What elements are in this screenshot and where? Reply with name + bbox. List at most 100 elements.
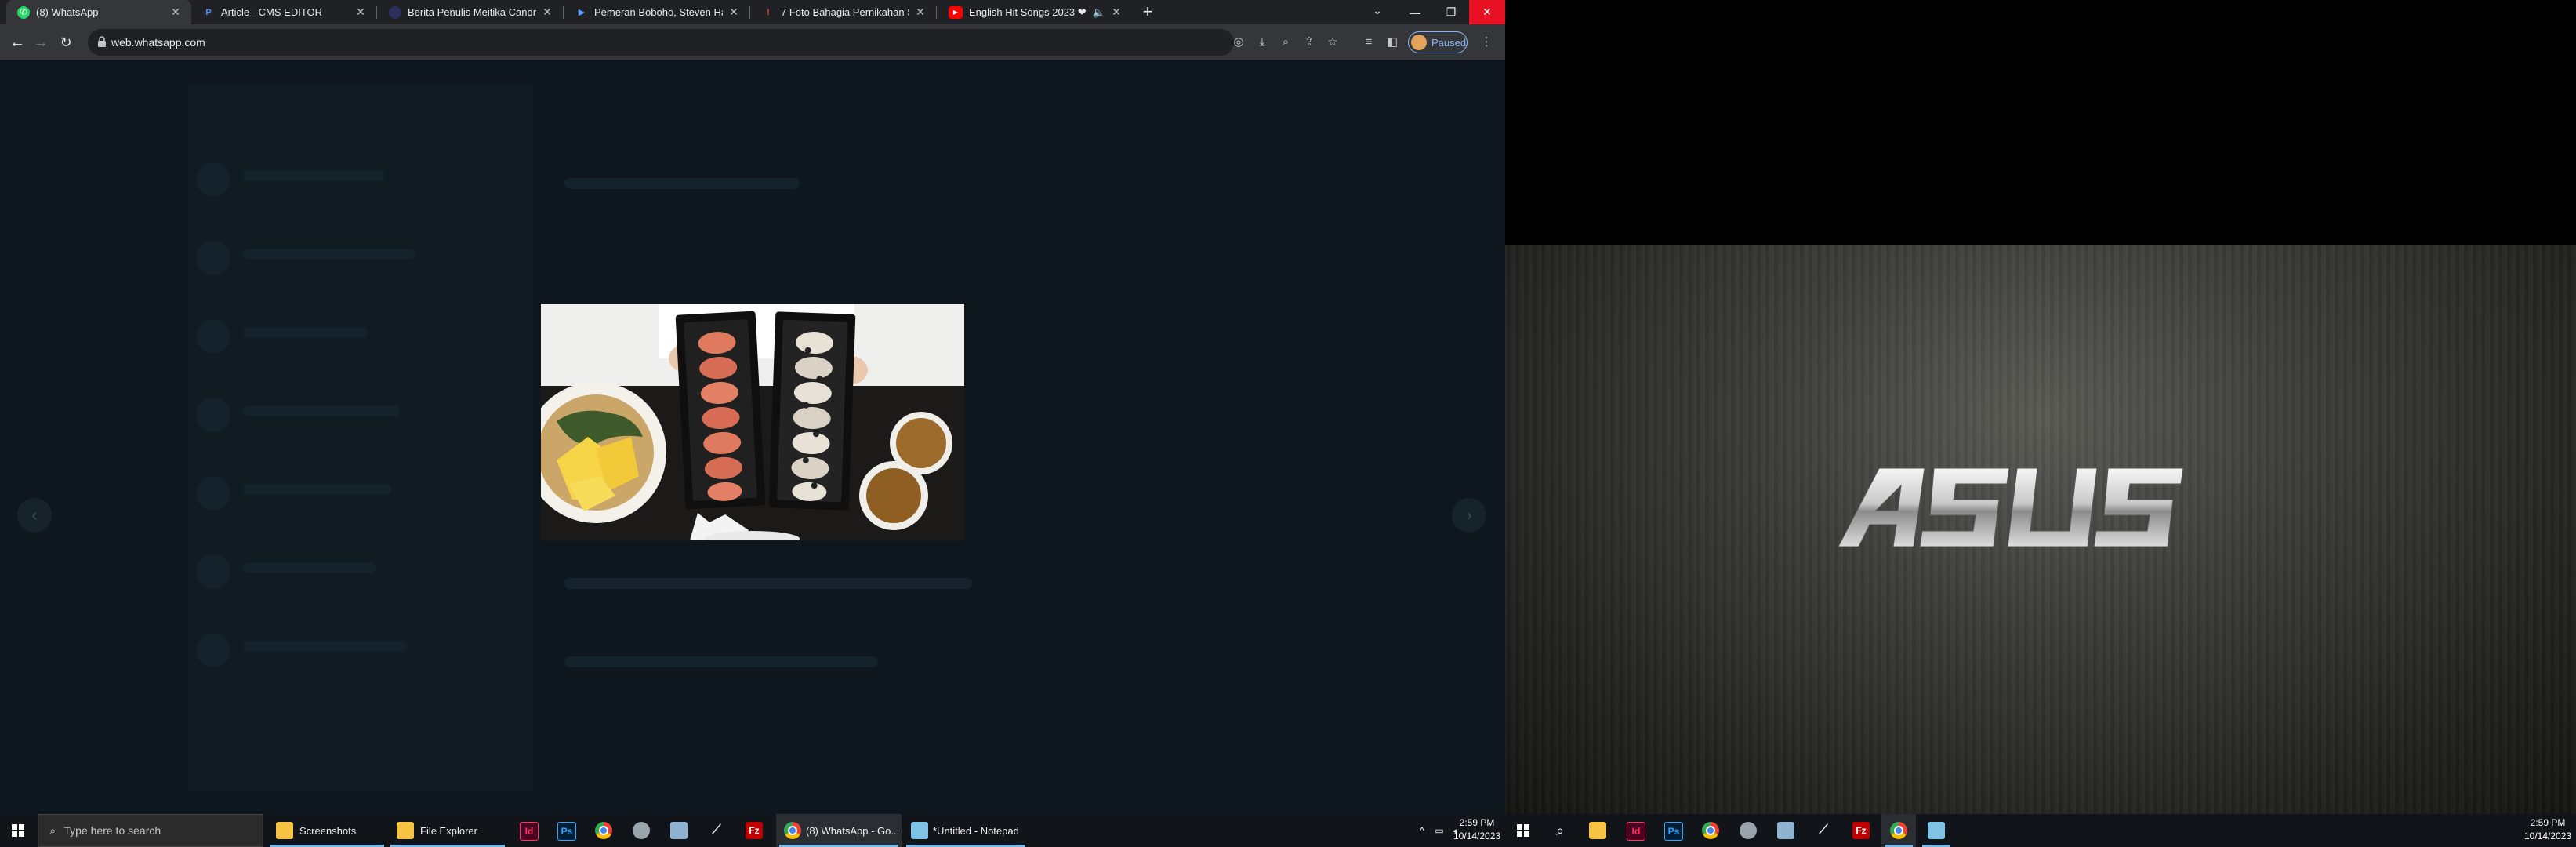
folder-icon [1589, 822, 1606, 839]
tab-title: Pemeran Boboho, Steven Hao M [594, 6, 723, 18]
network-icon[interactable]: ▭ [1431, 814, 1447, 847]
taskbar-chrome[interactable] [586, 814, 621, 847]
taskbar-photoshop[interactable]: Ps [549, 814, 583, 847]
tab-english-hit-songs[interactable]: ▶ English Hit Songs 2023 ❤ 🔈 ✕ [938, 0, 1132, 24]
side-panel-icon[interactable]: ◧ [1383, 33, 1402, 52]
notepad-icon [911, 822, 928, 839]
taskbar-file-explorer[interactable] [1580, 814, 1615, 847]
speaker-icon[interactable]: 🔈 [1093, 6, 1105, 19]
more-menu-icon[interactable]: ⋮ [1477, 33, 1496, 52]
taskbar-chrome-active[interactable] [1881, 814, 1916, 847]
acrobat-icon: ⟋ [712, 823, 721, 837]
list-item [564, 656, 878, 667]
tab-title: (8) WhatsApp [36, 6, 99, 18]
tab-cms-editor[interactable]: P Article - CMS EDITOR ✕ [191, 0, 376, 24]
list-item [243, 170, 384, 181]
taskbar-clock[interactable]: 2:59 PM 10/14/2023 [1453, 816, 1500, 843]
filezilla-icon: Fz [1852, 822, 1870, 839]
taskbar-app[interactable] [624, 814, 659, 847]
youtube-icon: ▶ [949, 5, 963, 19]
reading-list-icon[interactable]: ≡ [1359, 33, 1378, 52]
taskbar-filezilla[interactable]: Fz [737, 814, 771, 847]
taskbar-photoshop[interactable]: Ps [1656, 814, 1690, 847]
back-button[interactable]: ← [8, 33, 27, 52]
tab-title: 7 Foto Bahagia Pernikahan Stev [781, 6, 909, 18]
tab-whatsapp[interactable]: ✆ (8) WhatsApp ✕ [6, 0, 191, 24]
taskbar-acrobat[interactable]: ⟋ [699, 814, 734, 847]
close-tab-icon[interactable]: ✕ [541, 5, 553, 19]
restore-button[interactable]: ❐ [1433, 0, 1469, 24]
forward-button[interactable]: → [31, 33, 50, 52]
acrobat-icon: ⟋ [1819, 823, 1828, 837]
photoshop-icon: Ps [1664, 822, 1683, 841]
taskbar-screenshots[interactable]: Screenshots [267, 814, 387, 847]
taskbar-calculator[interactable] [1769, 814, 1803, 847]
taskbar-filezilla[interactable]: Fz [1844, 814, 1878, 847]
taskbar-clock[interactable]: 2:59 PM 10/14/2023 [2524, 816, 2571, 843]
news-icon: ! [767, 7, 770, 17]
clock-date: 10/14/2023 [1453, 831, 1501, 842]
next-media-button[interactable]: › [1452, 498, 1486, 533]
google-lens-icon[interactable]: ◎ [1229, 33, 1248, 52]
profile-button[interactable]: Paused [1408, 31, 1468, 53]
list-item [564, 178, 800, 189]
avatar [196, 241, 230, 275]
close-tab-icon[interactable]: ✕ [1110, 5, 1123, 19]
taskbar-file-explorer[interactable]: File Explorer [387, 814, 508, 847]
taskbar-app[interactable] [1731, 814, 1765, 847]
calculator-icon [670, 822, 688, 839]
bookmark-star-icon[interactable]: ☆ [1323, 33, 1342, 52]
start-button[interactable] [0, 814, 36, 847]
photoshop-icon: Ps [557, 822, 576, 841]
close-tab-icon[interactable]: ✕ [914, 5, 927, 19]
indesign-icon: Id [520, 822, 539, 841]
chrome-icon [1890, 822, 1907, 839]
whatsapp-icon: ✆ [17, 5, 30, 19]
start-button[interactable] [1505, 814, 1541, 847]
close-tab-icon[interactable]: ✕ [169, 5, 182, 19]
folder-icon [397, 822, 414, 839]
reload-button[interactable]: ↻ [56, 33, 75, 52]
tab-title: Article - CMS EDITOR [221, 6, 323, 18]
close-window-button[interactable]: ✕ [1469, 0, 1505, 24]
clock-time: 2:59 PM [1459, 817, 1495, 828]
taskbar-chrome[interactable] [1693, 814, 1728, 847]
list-item [243, 484, 392, 495]
minimize-button[interactable]: — [1397, 0, 1433, 24]
tab-separator [563, 6, 564, 19]
windows-logo-icon [1517, 824, 1529, 837]
tab-pemeran-boboho[interactable]: ▶ Pemeran Boboho, Steven Hao M ✕ [564, 0, 749, 24]
share-icon[interactable]: ⇪ [1300, 33, 1319, 52]
list-item [243, 562, 376, 573]
taskbar-acrobat[interactable]: ⟋ [1806, 814, 1841, 847]
avatar [1411, 35, 1427, 50]
tab-foto-bahagia[interactable]: ! 7 Foto Bahagia Pernikahan Stev ✕ [751, 0, 936, 24]
list-item [243, 327, 368, 338]
taskbar-calculator[interactable] [662, 814, 696, 847]
tab-search-icon[interactable]: ⌄ [1368, 4, 1387, 20]
close-tab-icon[interactable]: ✕ [727, 5, 740, 19]
install-app-icon[interactable]: ⤓ [1253, 33, 1272, 52]
chrome-icon [595, 822, 612, 839]
show-hidden-icons-icon[interactable]: ^ [1414, 814, 1430, 847]
shared-food-photo[interactable] [541, 304, 964, 540]
tab-title: Berita Penulis Meitika Candra La [408, 6, 536, 18]
taskbar-item-label: (8) WhatsApp - Go... [806, 824, 900, 837]
tab-berita-penulis[interactable]: Berita Penulis Meitika Candra La ✕ [378, 0, 563, 24]
zoom-icon[interactable]: ⌕ [1276, 33, 1295, 52]
address-bar[interactable]: web.whatsapp.com [88, 29, 1234, 56]
taskbar-item-label: Screenshots [299, 824, 357, 837]
taskbar-item-label: *Untitled - Notepad [933, 824, 1019, 837]
close-tab-icon[interactable]: ✕ [354, 5, 367, 19]
search-button[interactable]: ⌕ [1543, 814, 1577, 847]
taskbar-search-box[interactable]: ⌕ Type here to search [38, 814, 263, 847]
doc-icon [389, 5, 401, 19]
previous-media-button[interactable]: ‹ [17, 498, 52, 533]
new-tab-button[interactable]: + [1138, 3, 1157, 22]
taskbar-notepad[interactable] [1919, 814, 1954, 847]
taskbar-indesign[interactable]: Id [1618, 814, 1653, 847]
taskbar-whatsapp-chrome[interactable]: (8) WhatsApp - Go... [776, 814, 902, 847]
taskbar-notepad[interactable]: *Untitled - Notepad [903, 814, 1029, 847]
taskbar-indesign[interactable]: Id [511, 814, 546, 847]
whatsapp-media-viewer: ‹ › [0, 60, 1505, 814]
